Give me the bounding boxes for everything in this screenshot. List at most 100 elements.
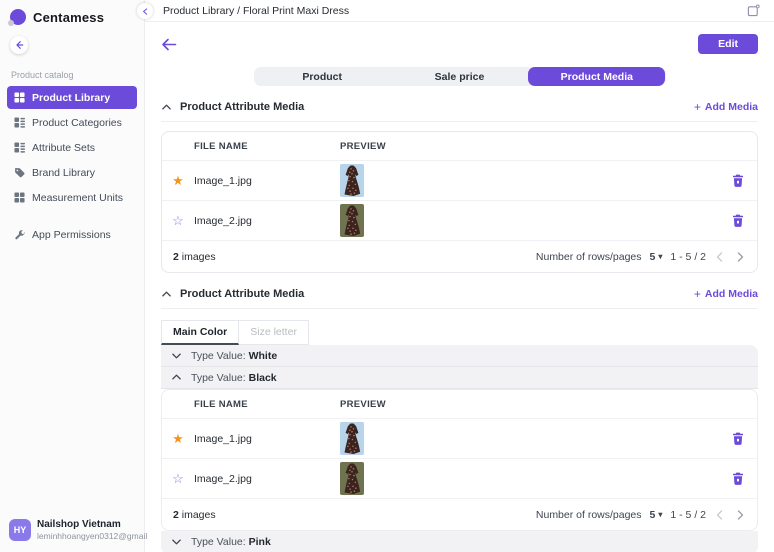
page-range: 1 - 5 / 2 [670,509,706,521]
section-title: Product Attribute Media [180,101,304,113]
rows-per-page-label: Number of rows/pages [536,509,642,521]
dress-image [340,422,364,455]
plus-icon: + [694,100,701,114]
avatar: HY [9,519,31,541]
image-count-label: images [182,509,216,521]
sidebar-item-product-library[interactable]: Product Library [7,86,137,109]
add-media-button[interactable]: + Add Media [694,287,758,301]
add-media-label: Add Media [705,288,758,300]
arrow-left-icon [161,38,177,51]
user-account[interactable]: HY Nailshop Vietnam leminhhoangyen0312@g… [9,519,147,542]
table-row: ☆ Image_2.jpg [162,201,757,241]
delete-button[interactable] [732,432,744,445]
chevron-up-icon [171,372,182,383]
sidebar-item-label: Brand Library [32,167,95,179]
rows-per-page-select[interactable]: 5 ▾ [650,251,663,263]
table-footer: 2 images Number of rows/pages 5 ▾ 1 - 5 … [162,241,757,272]
sidebar-divider-gap [7,211,137,223]
sidebar-item-label: Product Library [32,92,110,104]
rows-per-page-select[interactable]: 5 ▾ [650,509,663,521]
chevron-down-icon [171,350,182,361]
add-media-label: Add Media [705,101,758,113]
content: Edit Product Sale price Product Media Pr… [145,22,774,552]
accordion-row-pink[interactable]: Type Value: Pink [161,531,758,552]
star-outline-icon[interactable]: ☆ [172,472,184,485]
trash-icon [732,472,744,485]
sidebar-section-label: Product catalog [11,70,137,80]
panel-collapse-button[interactable] [137,3,153,19]
delete-button[interactable] [732,472,744,485]
next-page-button[interactable] [734,251,746,263]
previous-page-button[interactable] [714,509,726,521]
image-count: 2 [173,251,179,263]
page-range: 1 - 5 / 2 [670,251,706,263]
add-media-button[interactable]: + Add Media [694,100,758,114]
section-header-product-attribute-media-1: Product Attribute Media + Add Media [161,100,758,122]
column-file-name: FILE NAME [194,399,340,410]
image-thumbnail[interactable] [340,164,364,197]
grid-icon [14,92,25,103]
sidebar-collapse-button[interactable] [10,36,28,54]
section-title: Product Attribute Media [180,288,304,300]
user-email: leminhhoangyen0312@gmail [37,531,147,542]
chevron-left-icon [714,251,726,263]
dress-image [340,164,364,197]
subtab-size-letter[interactable]: Size letter [239,320,309,345]
sidebar-item-brand-library[interactable]: Brand Library [7,161,137,184]
back-button[interactable] [161,38,177,51]
file-name: Image_1.jpg [194,433,340,445]
column-preview: PREVIEW [340,141,719,152]
table-row: ★ Image_1.jpg [162,161,757,201]
sidebar-item-label: Measurement Units [32,192,123,204]
arrow-left-icon [14,40,24,50]
delete-button[interactable] [732,214,744,227]
app-name: Centamess [33,10,104,25]
star-outline-icon[interactable]: ☆ [172,214,184,227]
chevron-up-icon [161,102,172,113]
sidebar-item-label: App Permissions [32,229,111,241]
section-header-product-attribute-media-2: Product Attribute Media + Add Media [161,287,758,309]
column-preview: PREVIEW [340,399,719,410]
subtab-main-color[interactable]: Main Color [161,320,239,345]
delete-button[interactable] [732,174,744,187]
dress-image [340,462,364,495]
app-logo-icon [10,9,26,25]
image-thumbnail[interactable] [340,462,364,495]
table-header-row: FILE NAME PREVIEW [162,390,757,419]
top-bar: Product Library / Floral Print Maxi Dres… [145,0,774,22]
next-page-button[interactable] [734,509,746,521]
attribute-subtabs: Main Color Size letter [161,320,758,345]
accordion-panel-black: FILE NAME PREVIEW ★ Image_1.jpg [161,389,758,531]
table-row: ☆ Image_2.jpg [162,459,757,499]
star-filled-icon[interactable]: ★ [172,432,184,445]
image-thumbnail[interactable] [340,422,364,455]
open-window-icon[interactable] [747,4,760,17]
tab-product[interactable]: Product [254,67,391,86]
app-window: Centamess Product catalog Product Librar… [0,0,774,552]
tab-sale-price[interactable]: Sale price [391,67,528,86]
tag-icon [14,167,25,178]
file-name: Image_2.jpg [194,473,340,485]
trash-icon [732,214,744,227]
chevron-down-icon [171,536,182,547]
sidebar-item-app-permissions[interactable]: App Permissions [7,223,137,246]
edit-button[interactable]: Edit [698,34,758,54]
type-value-accordion: Type Value: White Type Value: Black FILE… [161,345,758,552]
collapse-section-button[interactable] [161,289,172,300]
accordion-row-white[interactable]: Type Value: White [161,345,758,367]
accordion-row-black[interactable]: Type Value: Black [161,367,758,389]
collapse-section-button[interactable] [161,102,172,113]
file-name: Image_1.jpg [194,175,340,187]
star-filled-icon[interactable]: ★ [172,174,184,187]
sidebar-item-attribute-sets[interactable]: Attribute Sets [7,136,137,159]
image-count-label: images [182,251,216,263]
sidebar-item-product-categories[interactable]: Product Categories [7,111,137,134]
image-thumbnail[interactable] [340,204,364,237]
sidebar-item-label: Attribute Sets [32,142,95,154]
table-header-row: FILE NAME PREVIEW [162,132,757,161]
tab-product-media[interactable]: Product Media [528,67,665,86]
app-logo-row: Centamess [7,9,137,25]
previous-page-button[interactable] [714,251,726,263]
sidebar-item-measurement-units[interactable]: Measurement Units [7,186,137,209]
sidebar-item-label: Product Categories [32,117,122,129]
